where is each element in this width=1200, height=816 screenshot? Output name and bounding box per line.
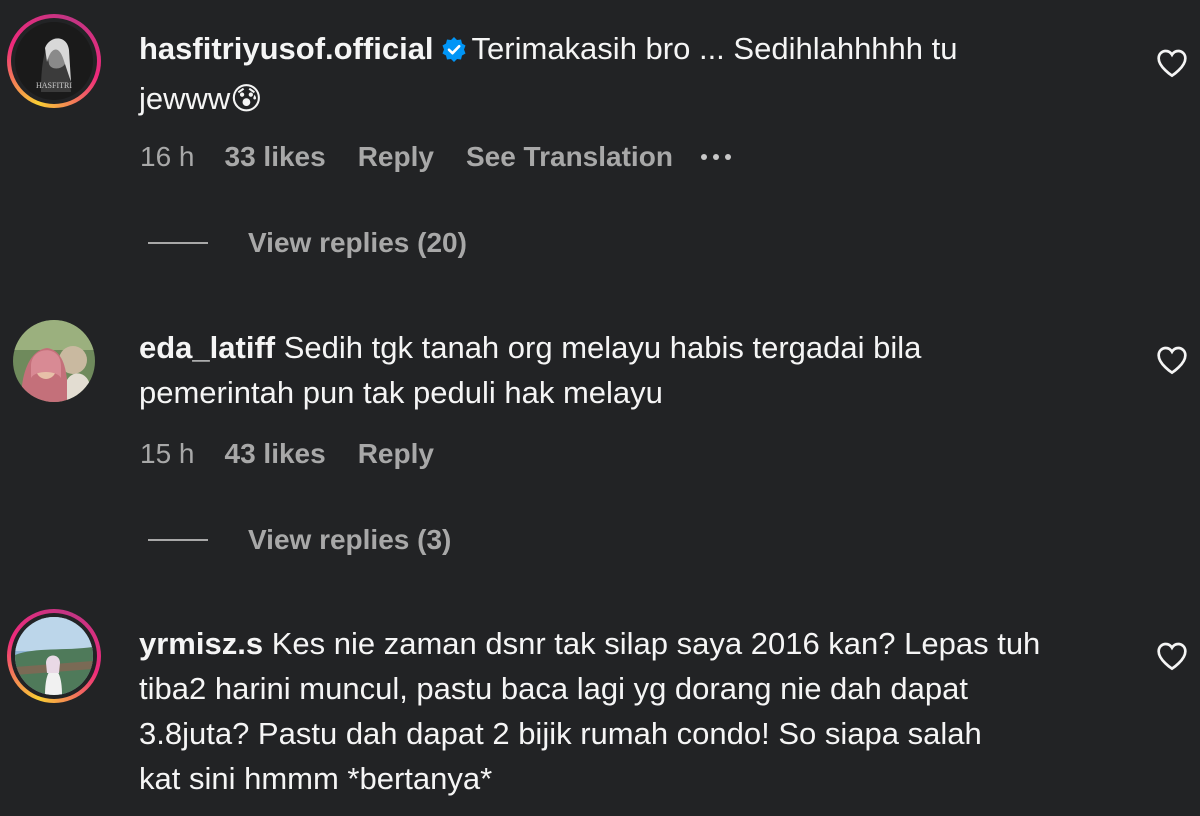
see-translation-button[interactable]: See Translation [466, 141, 673, 173]
likes-count[interactable]: 33 likes [225, 141, 326, 173]
reply-button[interactable]: Reply [358, 438, 434, 470]
avatar-caption: HASFITRI [36, 81, 72, 90]
avatar-story-ring[interactable]: HASFITRI [7, 14, 101, 108]
comment-text: hasfitriyusof.official Terimakasih bro ..… [139, 26, 1129, 121]
comment-body-line: pemerintah pun tak peduli hak melayu [139, 375, 663, 410]
view-replies-label: View replies (20) [248, 227, 467, 258]
avatar[interactable] [13, 320, 95, 402]
verified-badge-icon [440, 31, 468, 76]
comment-body-line: 3.8juta? Pastu dah dapat 2 bijik rumah c… [139, 716, 982, 751]
replies-divider [148, 242, 208, 244]
view-replies-button[interactable]: View replies (20) [148, 227, 467, 259]
like-heart-icon[interactable] [1156, 345, 1188, 375]
avatar[interactable] [15, 617, 93, 695]
likes-count[interactable]: 43 likes [225, 438, 326, 470]
timestamp[interactable]: 16 h [140, 141, 195, 173]
avatar-story-ring[interactable] [7, 609, 101, 703]
username[interactable]: yrmisz.s [139, 626, 263, 661]
comment-body-line: Kes nie zaman dsnr tak silap saya 2016 k… [271, 626, 1041, 661]
comment-body-line: jewww [139, 81, 231, 116]
username[interactable]: eda_latiff [139, 330, 275, 365]
comment-body-line: kat sini hmmm *bertanya* [139, 761, 493, 796]
timestamp[interactable]: 15 h [140, 438, 195, 470]
avatar[interactable]: HASFITRI [15, 22, 93, 100]
comment-body-line: Terimakasih bro ... Sedihlahhhhh tu [471, 31, 958, 66]
comment-meta: 16 h 33 likes Reply See Translation [140, 141, 731, 173]
more-options-icon[interactable] [700, 154, 731, 160]
comment-text: yrmisz.s Kes nie zaman dsnr tak silap sa… [139, 621, 1129, 801]
comment-body-line: Sedih tgk tanah org melayu habis tergada… [283, 330, 922, 365]
reply-button[interactable]: Reply [358, 141, 434, 173]
comment-body-line: tiba2 harini muncul, pastu baca lagi yg … [139, 671, 968, 706]
view-replies-button[interactable]: View replies (3) [148, 524, 451, 556]
username[interactable]: hasfitriyusof.official [139, 31, 434, 66]
view-replies-label: View replies (3) [248, 524, 452, 555]
like-heart-icon[interactable] [1156, 48, 1188, 78]
comment-meta: 15 h 43 likes Reply [140, 438, 466, 470]
sad-emoji-icon: 😰 [230, 81, 263, 116]
comment-text: eda_latiff Sedih tgk tanah org melayu ha… [139, 325, 1129, 415]
like-heart-icon[interactable] [1156, 641, 1188, 671]
replies-divider [148, 539, 208, 541]
